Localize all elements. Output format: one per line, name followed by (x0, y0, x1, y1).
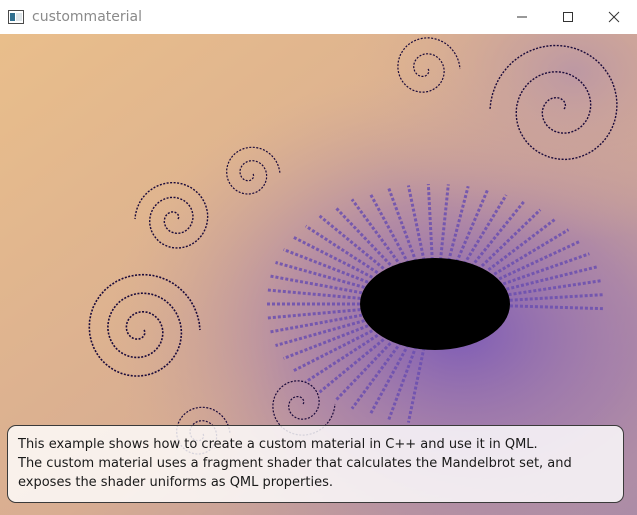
description-line-3: exposes the shader uniforms as QML prope… (18, 475, 333, 490)
maximize-icon (563, 12, 573, 22)
close-icon (608, 11, 620, 23)
description-line-1: This example shows how to create a custo… (18, 437, 538, 452)
description-panel: This example shows how to create a custo… (7, 425, 624, 503)
minimize-icon (517, 16, 527, 18)
minimize-button[interactable] (499, 0, 545, 34)
app-window-icon (8, 10, 24, 24)
maximize-button[interactable] (545, 0, 591, 34)
window-controls (499, 0, 637, 34)
window-title: custommaterial (32, 9, 142, 25)
close-button[interactable] (591, 0, 637, 34)
title-bar[interactable]: custommaterial (0, 0, 637, 34)
description-line-2: The custom material uses a fragment shad… (18, 456, 572, 471)
